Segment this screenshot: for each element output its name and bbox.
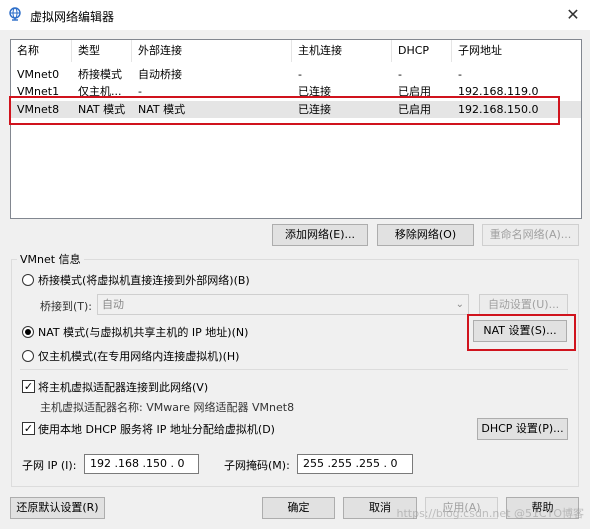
- vmnet-info-label: VMnet 信息: [17, 251, 84, 267]
- dhcp-settings-button[interactable]: DHCP 设置(P)...: [477, 418, 568, 440]
- cell-type: 桥接模式: [78, 68, 122, 81]
- cell-name: VMnet0: [17, 68, 60, 81]
- restore-defaults-button[interactable]: 还原默认设置(R): [10, 497, 105, 519]
- nat-radio-label[interactable]: NAT 模式(与虚拟机共享主机的 IP 地址)(N): [38, 324, 248, 340]
- column-header-host[interactable]: 主机连接: [292, 40, 392, 62]
- column-header-type[interactable]: 类型: [72, 40, 132, 62]
- window-title: 虚拟网络编辑器: [30, 10, 115, 24]
- cell-external: 自动桥接: [138, 68, 182, 81]
- column-header-external[interactable]: 外部连接: [132, 40, 292, 62]
- hostonly-radio-label[interactable]: 仅主机模式(在专用网络内连接虚拟机)(H): [38, 348, 239, 364]
- column-header-name[interactable]: 名称: [11, 40, 72, 62]
- cell-host: -: [298, 68, 302, 81]
- use-dhcp-checkbox[interactable]: ✓: [22, 422, 35, 435]
- add-network-button[interactable]: 添加网络(E)...: [272, 224, 368, 246]
- hostonly-radio[interactable]: [22, 350, 34, 362]
- close-icon[interactable]: ✕: [562, 4, 584, 26]
- network-list[interactable]: 名称 类型 外部连接 主机连接 DHCP 子网地址 VMnet0 桥接模式 自动…: [10, 39, 582, 219]
- auto-settings-button[interactable]: 自动设置(U)...: [479, 294, 568, 316]
- cell-subnet: -: [458, 68, 462, 81]
- watermark-text: https://blog.csdn.net @51CTO博客: [396, 507, 584, 520]
- bridged-to-value: 自动: [102, 298, 124, 311]
- chevron-down-icon: ⌄: [455, 299, 464, 310]
- subnet-ip-label: 子网 IP (I):: [22, 459, 77, 472]
- use-dhcp-label[interactable]: 使用本地 DHCP 服务将 IP 地址分配给虚拟机(D): [38, 421, 275, 437]
- table-row[interactable]: VMnet0 桥接模式 自动桥接 - - -: [11, 66, 581, 83]
- divider: [20, 369, 568, 370]
- column-header-subnet[interactable]: 子网地址: [452, 40, 581, 62]
- nat-radio[interactable]: [22, 326, 34, 338]
- connect-adapter-label[interactable]: 将主机虚拟适配器连接到此网络(V): [38, 379, 208, 395]
- adapter-name-text: 主机虚拟适配器名称: VMware 网络适配器 VMnet8: [40, 401, 295, 414]
- bridged-to-select[interactable]: 自动 ⌄: [97, 294, 469, 315]
- cell-dhcp: -: [398, 68, 402, 81]
- remove-network-button[interactable]: 移除网络(O): [377, 224, 474, 246]
- column-header-dhcp[interactable]: DHCP: [392, 40, 452, 62]
- connect-adapter-checkbox[interactable]: ✓: [22, 380, 35, 393]
- bridged-radio[interactable]: [22, 274, 34, 286]
- rename-network-button[interactable]: 重命名网络(A)...: [482, 224, 579, 246]
- subnet-ip-field[interactable]: 192 .168 .150 . 0: [84, 454, 199, 474]
- table-header: 名称 类型 外部连接 主机连接 DHCP 子网地址: [11, 40, 581, 62]
- ok-button[interactable]: 确定: [262, 497, 335, 519]
- subnet-mask-label: 子网掩码(M):: [224, 459, 290, 472]
- title-bar: 虚拟网络编辑器 ✕: [0, 0, 590, 30]
- highlight-box-vmnet8: [9, 96, 560, 125]
- highlight-box-nat-settings: [467, 314, 576, 351]
- bridged-radio-label[interactable]: 桥接模式(将虚拟机直接连接到外部网络)(B): [38, 272, 250, 288]
- bridged-to-label: 桥接到(T):: [40, 300, 93, 313]
- globe-network-icon: [9, 7, 21, 21]
- subnet-mask-field[interactable]: 255 .255 .255 . 0: [297, 454, 413, 474]
